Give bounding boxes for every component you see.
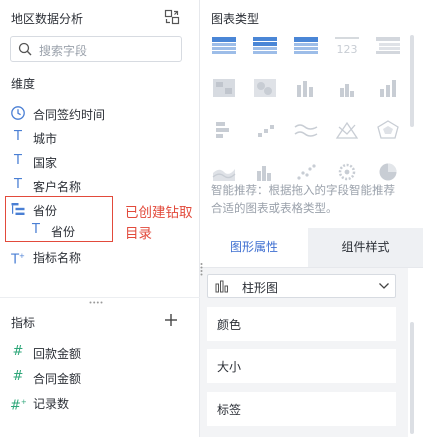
prop-size[interactable]: 大小 <box>207 349 396 383</box>
tab-component-style[interactable]: 组件样式 <box>308 228 423 267</box>
search-placeholder: 搜索字段 <box>39 44 88 58</box>
prop-label[interactable]: 标签 <box>207 392 396 426</box>
prop-color[interactable]: 颜色 <box>207 307 396 341</box>
number-type-icon: # <box>12 369 24 384</box>
computed-text-type-icon: T+ <box>11 252 25 268</box>
field-label: 国家 <box>33 156 58 170</box>
chart-type-select-value: 柱形图 <box>242 281 279 295</box>
dimension-field-customer[interactable]: T 客户名称 <box>10 175 190 197</box>
measure-field-payment-amount[interactable]: # 回款金额 <box>10 342 190 364</box>
field-label: 城市 <box>33 132 58 146</box>
grouped-bar-chart-icon[interactable] <box>252 161 278 183</box>
chart-type-select[interactable]: 柱形图 <box>207 274 396 298</box>
heat-map-chart-icon[interactable] <box>252 77 278 99</box>
drill-hierarchy-icon <box>11 203 25 215</box>
prop-color-label: 颜色 <box>217 318 242 332</box>
computed-number-type-icon: #+ <box>10 398 27 414</box>
field-panel: 地区数据分析 搜索字段 维度 合同签约时间 T 城市 T 国家 T 客户名称 省… <box>0 0 200 437</box>
multi-bar-chart-icon[interactable] <box>293 77 319 99</box>
smart-recommend-hint: 智能推荐：根据拖入的字段智能推荐合适的图表或表格类型。 <box>211 183 395 215</box>
drag-handle-icon[interactable] <box>89 301 103 304</box>
chart-config-panel: 图表类型 123 智能推荐：根据拖入的字段智能推荐合适的图表或表格类型。 图形属… <box>200 0 423 437</box>
chevron-down-icon <box>379 283 389 289</box>
bubble-chart-icon[interactable] <box>334 161 360 183</box>
area-chart-icon[interactable] <box>211 161 237 183</box>
stacked-bar-chart-icon[interactable] <box>375 77 401 99</box>
field-label: 记录数 <box>33 397 70 411</box>
drill-annotation: 已创建钻取目录 <box>125 205 193 242</box>
prop-size-label: 大小 <box>217 360 242 374</box>
detail-table-chart-icon[interactable] <box>293 35 319 57</box>
add-measure-icon[interactable] <box>164 313 178 327</box>
text-type-icon: T <box>14 153 22 168</box>
cross-table-chart-icon[interactable] <box>252 35 278 57</box>
radar-line-chart-icon[interactable] <box>334 119 360 141</box>
measure-field-record-count[interactable]: #+ 记录数 <box>10 392 190 414</box>
funnel-chart-icon[interactable] <box>211 119 237 141</box>
number-type-glyph: # <box>10 398 21 414</box>
text-type-icon: T <box>14 129 22 144</box>
resize-handle-icon[interactable] <box>200 262 203 276</box>
bar-chart-icon[interactable] <box>334 77 360 99</box>
field-label: 省份 <box>51 225 76 239</box>
dimension-field-indicator-name[interactable]: T+ 指标名称 <box>10 246 190 268</box>
dimension-field-city[interactable]: T 城市 <box>10 127 190 149</box>
number-type-icon: # <box>12 344 24 359</box>
measure-field-contract-amount[interactable]: # 合同金额 <box>10 367 190 389</box>
switch-dataset-icon[interactable] <box>164 9 180 25</box>
panel-splitter[interactable] <box>0 297 200 305</box>
area-step-chart-icon[interactable] <box>252 119 278 141</box>
line-chart-icon[interactable] <box>293 119 319 141</box>
scatter-chart-icon[interactable] <box>293 161 319 183</box>
map-chart-icon[interactable] <box>211 77 237 99</box>
text-type-glyph: T <box>11 252 20 268</box>
text-type-icon: T <box>14 177 22 192</box>
dataset-title: 地区数据分析 <box>11 12 84 26</box>
kpi-number-chart-icon[interactable]: 123 <box>334 35 360 57</box>
field-label: 合同签约时间 <box>33 108 106 122</box>
search-icon <box>18 42 32 56</box>
radar-chart-icon[interactable] <box>375 119 401 141</box>
measure-section-label: 指标 <box>11 316 36 330</box>
prop-label-label: 标签 <box>217 403 242 417</box>
field-label: 指标名称 <box>33 251 82 265</box>
field-label: 合同金额 <box>33 372 82 386</box>
chart-type-grid: 123 <box>211 35 401 185</box>
text-type-icon: T <box>32 222 40 237</box>
dimension-section-label: 维度 <box>11 77 36 91</box>
field-label: 客户名称 <box>33 180 82 194</box>
bar-chart-type-icon <box>215 280 228 293</box>
chart-type-title: 图表类型 <box>211 12 260 26</box>
clock-icon <box>11 106 25 120</box>
tab-graphic-properties[interactable]: 图形属性 <box>200 228 308 267</box>
svg-text:123: 123 <box>337 43 358 56</box>
dimension-field-contract-time[interactable]: 合同签约时间 <box>10 103 190 125</box>
field-label: 省份 <box>33 204 58 218</box>
field-search-box[interactable]: 搜索字段 <box>10 36 182 62</box>
property-tabs: 图形属性 组件样式 <box>200 228 423 267</box>
field-label: 回款金额 <box>33 347 82 361</box>
dimension-field-country[interactable]: T 国家 <box>10 151 190 173</box>
property-scrollbar[interactable] <box>410 322 414 434</box>
pie-chart-icon[interactable] <box>375 161 401 183</box>
graphic-properties-panel: 柱形图 颜色 大小 标签 <box>200 268 408 437</box>
tree-table-chart-icon[interactable] <box>375 35 401 57</box>
table-chart-icon[interactable] <box>211 35 237 57</box>
chart-type-scrollbar[interactable] <box>410 35 414 127</box>
